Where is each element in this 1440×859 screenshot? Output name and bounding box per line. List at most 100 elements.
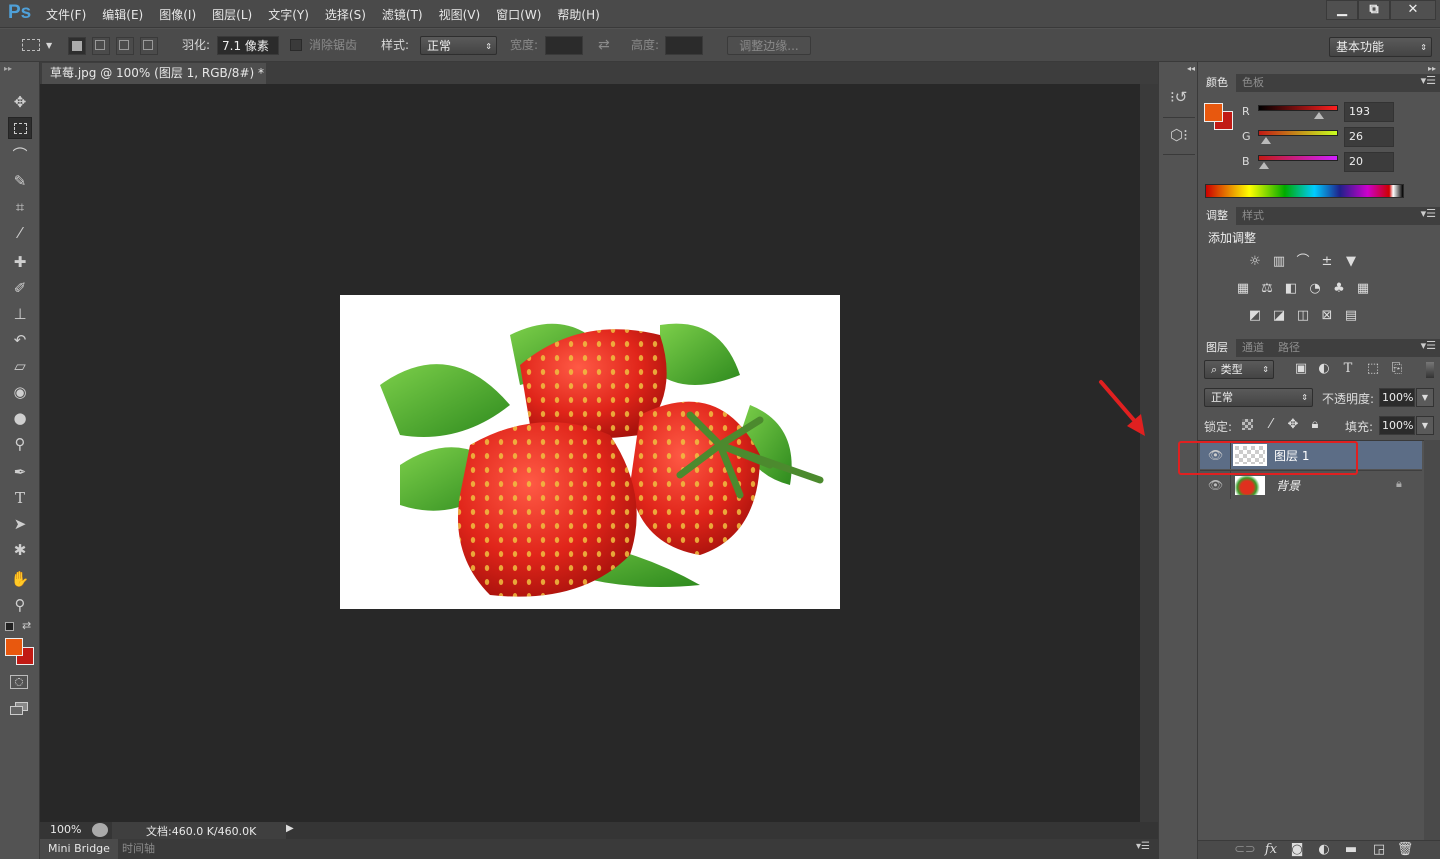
filter-pixel-icon[interactable]: ▣ xyxy=(1292,361,1310,377)
style-select[interactable]: 正常 ⇕ xyxy=(420,36,497,55)
expand-toolbox-icon[interactable]: ▸▸ xyxy=(4,64,12,73)
menu-view[interactable]: 视图(V) xyxy=(439,6,481,23)
levels-icon[interactable]: ▥ xyxy=(1270,254,1288,270)
layer-style-fx-icon[interactable]: fx xyxy=(1262,842,1280,858)
curves-icon[interactable]: ⌒ xyxy=(1294,254,1312,270)
panel-menu-icon[interactable]: ▾☰ xyxy=(1136,841,1150,852)
pen-tool-icon[interactable]: ✒ xyxy=(8,461,32,483)
hue-saturation-icon[interactable]: ▦ xyxy=(1234,281,1252,297)
lock-transparent-pixels-icon[interactable] xyxy=(1242,419,1253,430)
history-panel-icon[interactable]: ⁝↺ xyxy=(1170,88,1187,106)
subtract-selection-button[interactable] xyxy=(116,37,134,55)
vertical-scrollbar[interactable] xyxy=(1140,84,1158,822)
status-arrow-icon[interactable]: ▶ xyxy=(286,823,294,834)
threshold-icon[interactable]: ◫ xyxy=(1294,308,1312,324)
preset-dropdown-icon[interactable]: ▼ xyxy=(46,36,52,55)
tab-timeline[interactable]: 时间轴 xyxy=(114,839,163,859)
menu-image[interactable]: 图像(I) xyxy=(159,6,196,23)
filter-type-icon[interactable]: T xyxy=(1339,361,1357,377)
exposure-icon[interactable]: ± xyxy=(1318,254,1336,270)
link-layers-icon[interactable]: ⊂⊃ xyxy=(1234,842,1256,858)
zoom-level[interactable]: 100% xyxy=(50,823,81,836)
restore-button[interactable]: ⧉ xyxy=(1358,0,1390,20)
b-value-input[interactable]: 20 xyxy=(1344,152,1394,172)
tab-channels[interactable]: 通道 xyxy=(1234,339,1272,357)
layer-filter-select[interactable]: ⌕ 类型 ⇕ xyxy=(1204,360,1274,379)
refine-edge-button[interactable]: 调整边缘... xyxy=(727,36,811,55)
close-button[interactable]: ✕ xyxy=(1390,0,1436,20)
collapse-dock-icon[interactable]: ◂◂ xyxy=(1187,64,1195,73)
clone-stamp-tool-icon[interactable]: ⊥ xyxy=(8,303,32,325)
history-brush-tool-icon[interactable]: ↶ xyxy=(8,329,32,351)
menu-help[interactable]: 帮助(H) xyxy=(557,6,599,23)
r-value-input[interactable]: 193 xyxy=(1344,102,1394,122)
fill-input[interactable]: 100% xyxy=(1379,416,1415,435)
swap-dimensions-icon[interactable]: ⇄ xyxy=(598,36,610,55)
menu-type[interactable]: 文字(Y) xyxy=(268,6,309,23)
tab-color[interactable]: 颜色 xyxy=(1198,74,1236,92)
b-slider-thumb[interactable] xyxy=(1259,162,1270,169)
color-spectrum-bar[interactable] xyxy=(1205,184,1404,198)
rect-marquee-preset-icon[interactable] xyxy=(22,39,40,51)
default-colors-icon[interactable] xyxy=(5,622,14,631)
crop-tool-icon[interactable]: ⌗ xyxy=(8,196,32,218)
g-slider[interactable] xyxy=(1258,130,1338,136)
panel-menu-icon[interactable]: ▾☰ xyxy=(1421,74,1436,87)
color-balance-icon[interactable]: ⚖ xyxy=(1258,281,1276,297)
properties-panel-icon[interactable]: ⬡⁝ xyxy=(1170,126,1188,144)
feather-input[interactable]: 7.1 像素 xyxy=(217,36,279,55)
expand-panels-icon[interactable]: ▸▸ xyxy=(1428,64,1436,73)
rect-marquee-tool-icon[interactable] xyxy=(8,117,32,139)
tab-adjustments[interactable]: 调整 xyxy=(1198,207,1236,225)
antialias-checkbox[interactable] xyxy=(290,39,302,51)
foreground-color-swatch[interactable] xyxy=(1204,103,1223,122)
dodge-tool-icon[interactable]: ⚲ xyxy=(8,433,32,455)
layer-name[interactable]: 背景 xyxy=(1276,477,1300,494)
new-group-icon[interactable]: ▬ xyxy=(1342,842,1360,858)
menu-select[interactable]: 选择(S) xyxy=(325,6,366,23)
menu-filter[interactable]: 滤镜(T) xyxy=(382,6,423,23)
document-image[interactable] xyxy=(340,295,840,609)
lock-image-pixels-icon[interactable]: ⁄ xyxy=(1262,417,1280,433)
tab-styles[interactable]: 样式 xyxy=(1234,207,1272,225)
minimize-button[interactable]: ▁ xyxy=(1326,0,1358,20)
add-mask-icon[interactable]: ◙ xyxy=(1288,842,1306,858)
opacity-dropdown-icon[interactable]: ▼ xyxy=(1416,388,1434,407)
quick-mask-icon[interactable] xyxy=(10,675,28,689)
vibrance-icon[interactable]: ▼ xyxy=(1342,254,1360,270)
g-slider-thumb[interactable] xyxy=(1261,137,1272,144)
paint-bucket-tool-icon[interactable]: ◉ xyxy=(8,381,32,403)
document-tab[interactable]: 草莓.jpg @ 100% (图层 1, RGB/8#) * × xyxy=(42,63,266,101)
r-slider[interactable] xyxy=(1258,105,1338,111)
fill-dropdown-icon[interactable]: ▼ xyxy=(1416,416,1434,435)
menu-layer[interactable]: 图层(L) xyxy=(212,6,252,23)
brightness-contrast-icon[interactable]: ☼ xyxy=(1246,254,1264,270)
new-selection-button[interactable] xyxy=(68,37,86,55)
filter-adjustment-icon[interactable]: ◐ xyxy=(1315,361,1333,377)
b-slider[interactable] xyxy=(1258,155,1338,161)
visibility-eye-icon[interactable]: 👁︎ xyxy=(1208,478,1223,492)
blend-mode-select[interactable]: 正常 ⇕ xyxy=(1204,388,1313,407)
eraser-tool-icon[interactable]: ▱ xyxy=(8,355,32,377)
new-layer-icon[interactable]: ◲ xyxy=(1370,842,1388,858)
panel-menu-icon[interactable]: ▾☰ xyxy=(1421,207,1436,220)
foreground-color-swatch[interactable] xyxy=(5,638,23,656)
posterize-icon[interactable]: ◪ xyxy=(1270,308,1288,324)
filter-smart-object-icon[interactable]: ⎘ xyxy=(1388,361,1406,377)
tab-layers[interactable]: 图层 xyxy=(1198,339,1236,357)
delete-layer-icon[interactable]: 🗑︎ xyxy=(1396,842,1414,858)
move-tool-icon[interactable]: ✥ xyxy=(8,91,32,113)
intersect-selection-button[interactable] xyxy=(140,37,158,55)
lock-all-icon[interactable]: 🔒︎ xyxy=(1306,417,1324,433)
quick-select-tool-icon[interactable]: ✎ xyxy=(8,170,32,192)
opacity-input[interactable]: 100% xyxy=(1379,388,1415,407)
type-tool-icon[interactable]: T xyxy=(8,487,32,509)
r-slider-thumb[interactable] xyxy=(1313,112,1324,119)
filter-shape-icon[interactable]: ⬚ xyxy=(1364,361,1382,377)
new-adjustment-layer-icon[interactable]: ◐ xyxy=(1315,842,1333,858)
tab-swatches[interactable]: 色板 xyxy=(1234,74,1272,92)
black-white-icon[interactable]: ◧ xyxy=(1282,281,1300,297)
filter-toggle[interactable] xyxy=(1426,362,1434,378)
zoom-tool-icon[interactable]: ⚲ xyxy=(8,594,32,616)
hand-tool-icon[interactable]: ✋ xyxy=(8,568,32,590)
